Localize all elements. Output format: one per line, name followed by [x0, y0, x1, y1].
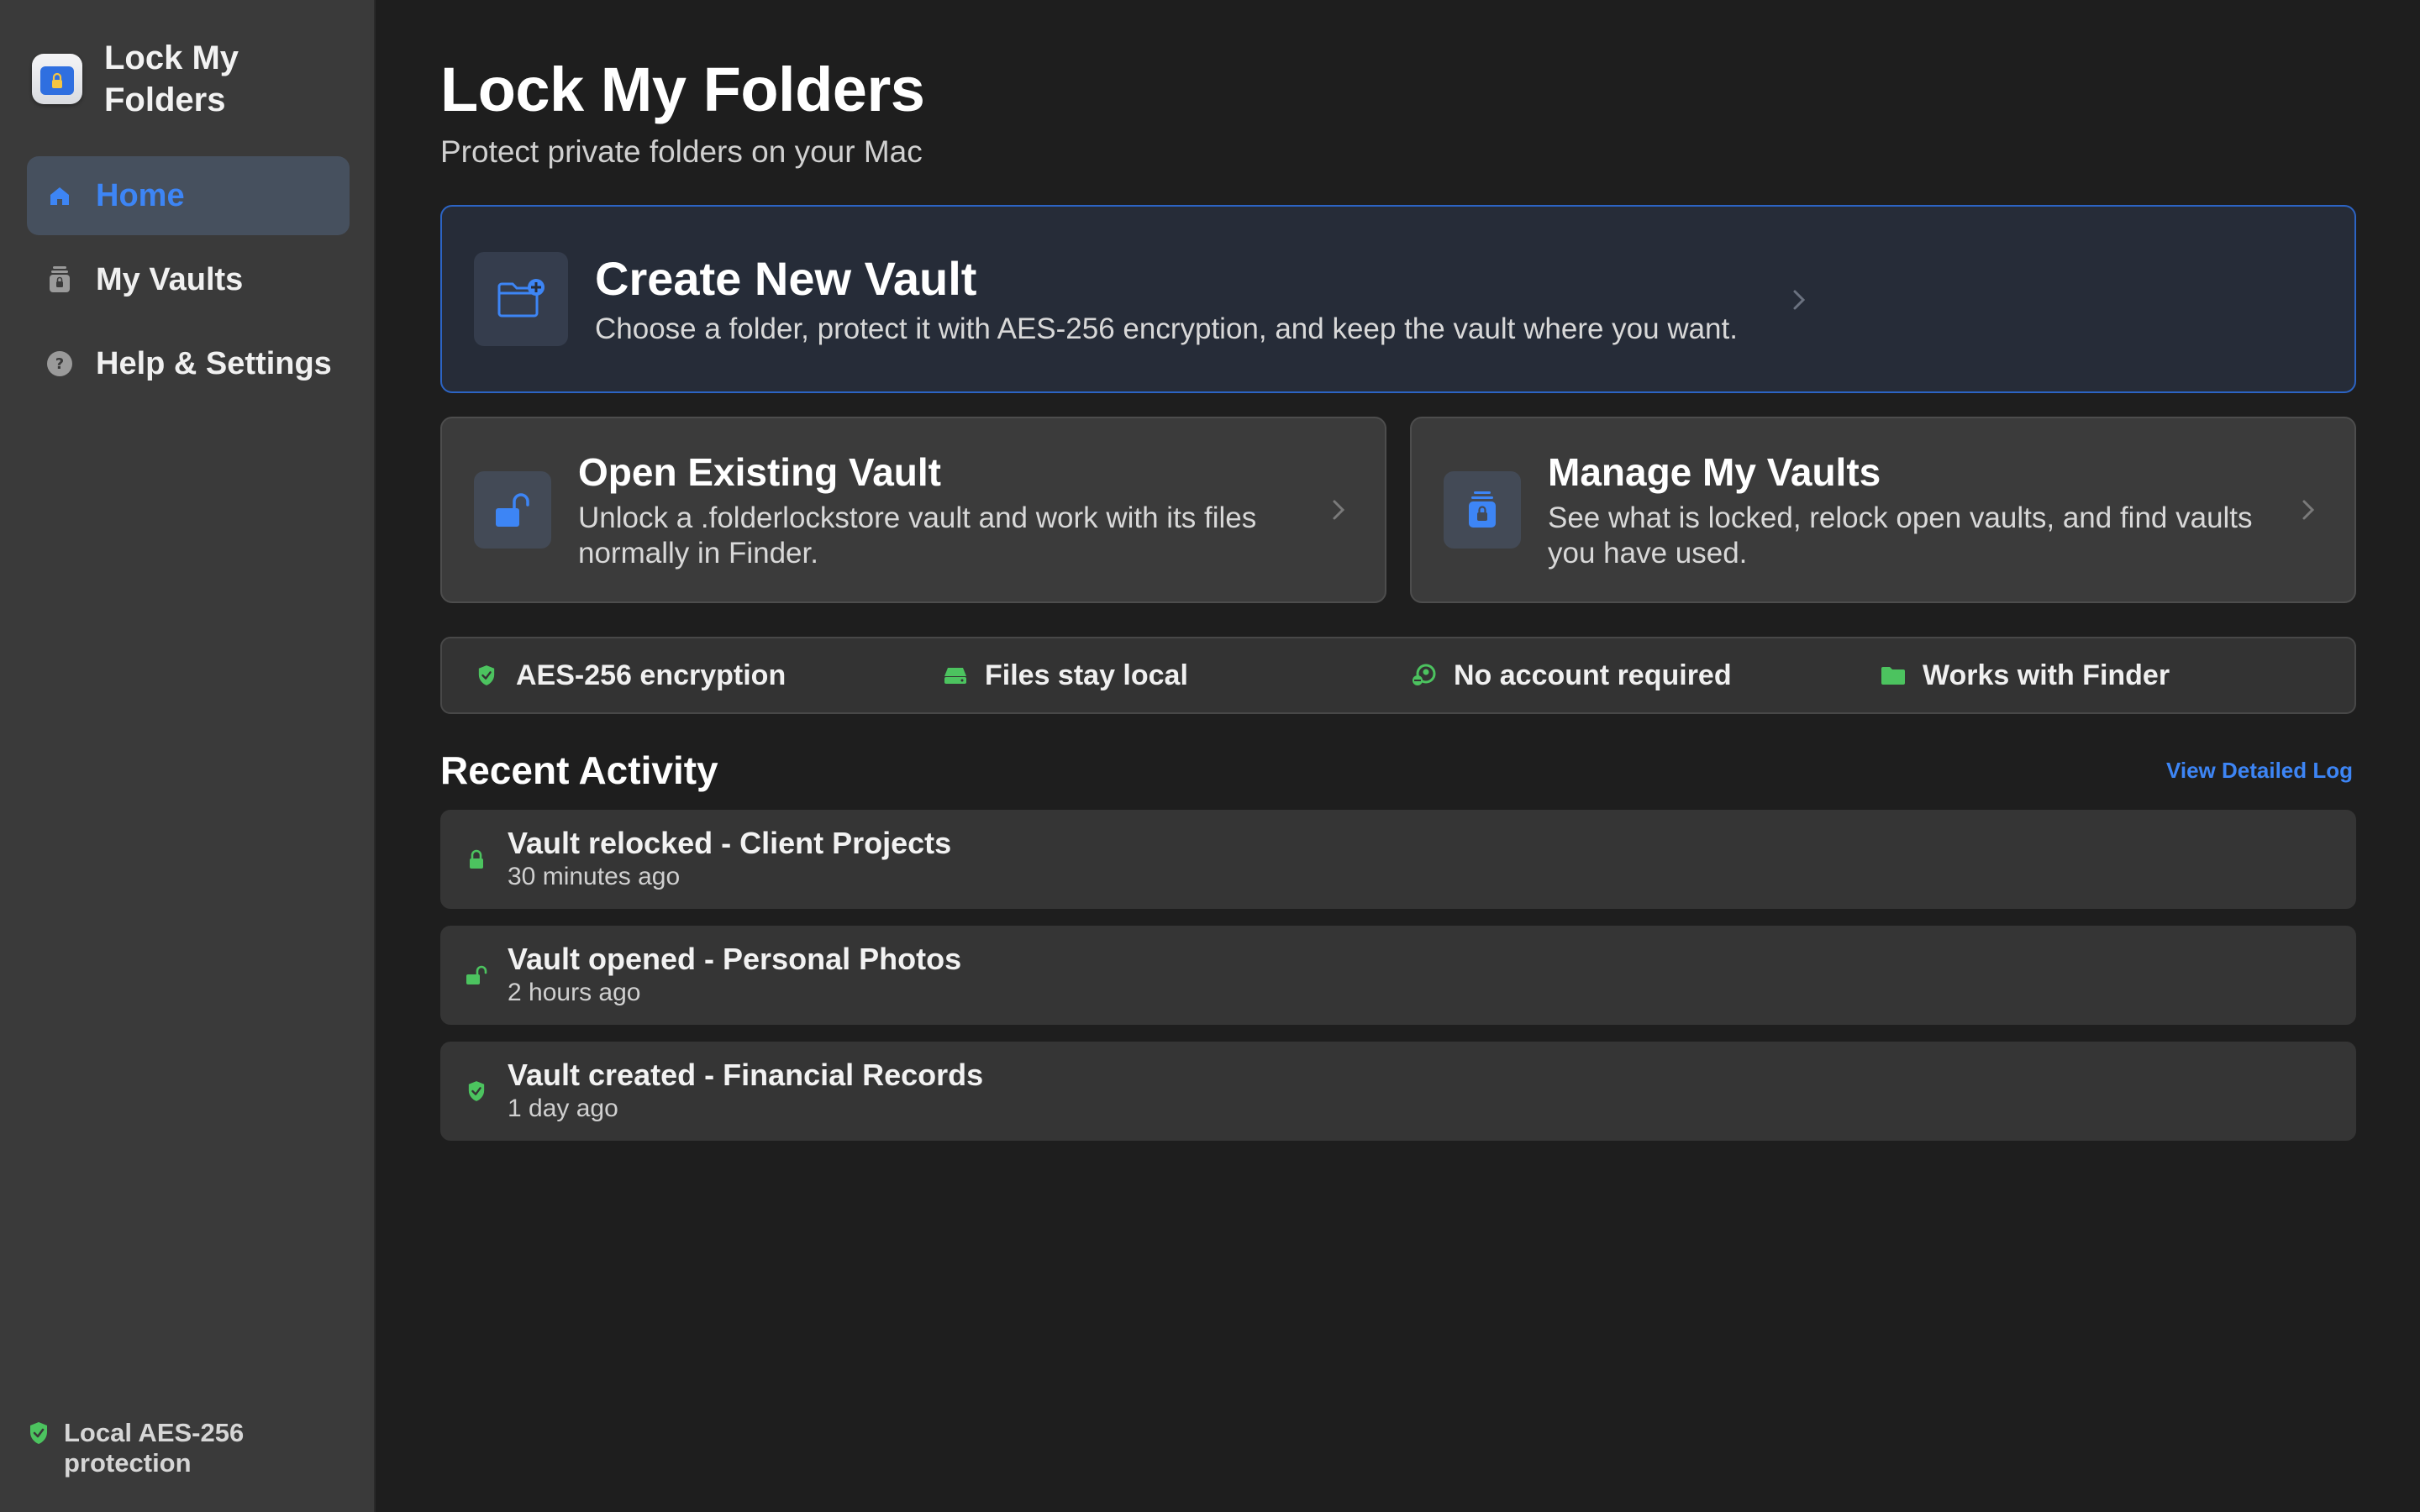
main-content: Lock My Folders Protect private folders …	[376, 0, 2420, 1512]
page-title: Lock My Folders	[440, 55, 925, 124]
feature-label: Files stay local	[985, 659, 1188, 691]
person-slash-icon	[1412, 663, 1437, 688]
folder-icon	[1881, 663, 1906, 688]
activity-row[interactable]: Vault relocked - Client Projects 30 minu…	[440, 810, 2356, 909]
sidebar-item-my-vaults[interactable]: My Vaults	[27, 240, 350, 319]
create-new-vault-card[interactable]: Create New Vault Choose a folder, protec…	[440, 205, 2356, 393]
shield-check-icon	[29, 1421, 49, 1449]
feature-files-local: Files stay local	[911, 659, 1380, 692]
unlock-icon	[464, 963, 489, 988]
chevron-right-icon	[2296, 497, 2321, 522]
recent-activity-title: Recent Activity	[440, 748, 718, 792]
activity-title: Vault relocked - Client Projects	[508, 826, 952, 860]
chevron-right-icon	[1786, 287, 1812, 312]
activity-time: 2 hours ago	[508, 979, 641, 1006]
lock-icon	[464, 847, 489, 872]
activity-title: Vault opened - Personal Photos	[508, 942, 962, 976]
chevron-right-icon	[1326, 497, 1351, 522]
sidebar-item-home[interactable]: Home	[27, 156, 350, 235]
unlock-icon	[474, 471, 551, 549]
feature-label: Works with Finder	[1923, 659, 2170, 691]
feature-aes-256: AES-256 encryption	[442, 659, 911, 692]
feature-label: AES-256 encryption	[516, 659, 786, 691]
sidebar-item-label: Home	[96, 177, 185, 213]
protection-status-text: Local AES-256 protection	[64, 1418, 245, 1478]
manage-my-vaults-card[interactable]: Manage My Vaults See what is locked, rel…	[1410, 417, 2356, 603]
feature-strip: AES-256 encryption Files stay local No a…	[440, 637, 2356, 714]
app-logo-icon	[32, 54, 82, 104]
sidebar-nav: Home My Vaults ? Help & Settings	[27, 156, 350, 408]
brand: Lock My Folders	[32, 37, 272, 121]
card-description: Unlock a .folderlockstore vault and work…	[578, 501, 1257, 570]
sidebar-item-label: My Vaults	[96, 261, 244, 297]
svg-text:?: ?	[55, 355, 64, 373]
card-title: Manage My Vaults	[1548, 450, 1881, 494]
folder-plus-icon	[474, 252, 568, 346]
card-title: Create New Vault	[595, 252, 977, 305]
activity-row[interactable]: Vault created - Financial Records 1 day …	[440, 1042, 2356, 1141]
card-description: Choose a folder, protect it with AES-256…	[595, 312, 1738, 345]
app-window: Lock My Folders Home My Vaults ? Help & …	[0, 0, 2420, 1512]
activity-time: 1 day ago	[508, 1095, 618, 1122]
question-circle-icon: ?	[45, 349, 74, 378]
drive-icon	[943, 663, 968, 688]
open-existing-vault-card[interactable]: Open Existing Vault Unlock a .folderlock…	[440, 417, 1386, 603]
view-detailed-log-link[interactable]: View Detailed Log	[2166, 758, 2353, 784]
sidebar-item-help-settings[interactable]: ? Help & Settings	[27, 324, 350, 403]
brand-title: Lock My Folders	[104, 39, 239, 118]
vault-lock-icon	[1444, 471, 1521, 549]
card-title: Open Existing Vault	[578, 450, 941, 494]
feature-works-finder: Works with Finder	[1849, 659, 2317, 692]
sidebar-item-label: Help & Settings	[96, 345, 332, 381]
activity-title: Vault created - Financial Records	[508, 1058, 984, 1092]
shield-check-icon	[464, 1079, 489, 1104]
card-description: See what is locked, relock open vaults, …	[1548, 501, 2253, 570]
page-subtitle: Protect private folders on your Mac	[440, 134, 923, 169]
activity-time: 30 minutes ago	[508, 863, 681, 890]
shield-check-icon	[474, 663, 499, 688]
activity-row[interactable]: Vault opened - Personal Photos 2 hours a…	[440, 926, 2356, 1025]
feature-no-account: No account required	[1380, 659, 1849, 692]
vault-lock-icon	[45, 265, 74, 294]
house-icon	[45, 181, 74, 210]
protection-status: Local AES-256 protection	[29, 1418, 282, 1478]
feature-label: No account required	[1454, 659, 1732, 691]
sidebar: Lock My Folders Home My Vaults ? Help & …	[0, 0, 376, 1512]
